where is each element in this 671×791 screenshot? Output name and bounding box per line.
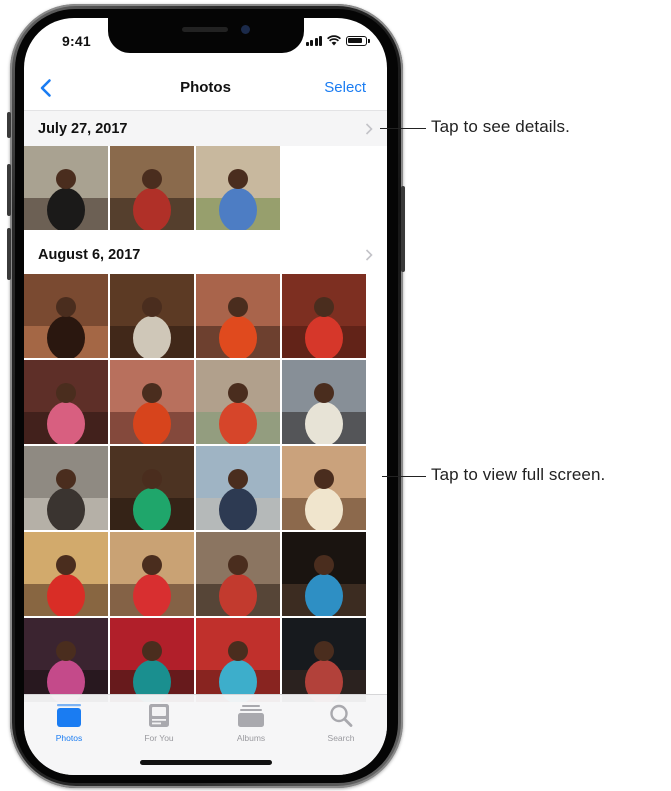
callout-full-screen: Tap to view full screen.	[431, 465, 606, 484]
photo-thumbnail[interactable]	[110, 146, 194, 230]
side-button	[401, 186, 405, 272]
cellular-signal-icon	[305, 36, 322, 46]
photo-thumbnail[interactable]	[282, 446, 366, 530]
search-tab-icon	[330, 704, 353, 727]
notch	[108, 18, 304, 53]
photo-grid-july	[24, 146, 387, 230]
wifi-icon	[327, 35, 341, 46]
photo-thumbnail[interactable]	[196, 274, 280, 358]
photo-thumbnail[interactable]	[24, 274, 108, 358]
photo-thumbnail[interactable]	[282, 618, 366, 702]
photo-thumbnail[interactable]	[24, 146, 108, 230]
tab-albums[interactable]: Albums	[206, 702, 296, 743]
callout-details: Tap to see details.	[431, 117, 570, 136]
section-date: July 27, 2017	[38, 121, 128, 137]
select-button[interactable]: Select	[324, 79, 366, 96]
photo-thumbnail[interactable]	[24, 532, 108, 616]
photo-thumbnail[interactable]	[196, 146, 280, 230]
tab-label: Photos	[55, 733, 83, 743]
photo-thumbnail[interactable]	[196, 532, 280, 616]
home-indicator[interactable]	[140, 760, 272, 765]
volume-down-button	[7, 228, 11, 280]
photo-thumbnail[interactable]	[24, 446, 108, 530]
photo-thumbnail[interactable]	[282, 360, 366, 444]
tab-search[interactable]: Search	[296, 702, 386, 743]
albums-tab-icon	[238, 705, 264, 727]
photo-thumbnail[interactable]	[110, 274, 194, 358]
silent-switch	[7, 112, 11, 138]
photos-tab-icon	[57, 704, 81, 727]
chevron-right-icon[interactable]	[365, 249, 373, 261]
navigation-bar: Photos Select	[24, 70, 387, 108]
photo-thumbnail[interactable]	[24, 360, 108, 444]
chevron-right-icon[interactable]	[365, 123, 373, 135]
tab-label: Albums	[236, 733, 266, 743]
tab-label: Search	[327, 733, 355, 743]
photo-thumbnail[interactable]	[282, 532, 366, 616]
photo-thumbnail[interactable]	[24, 618, 108, 702]
photo-thumbnail[interactable]	[110, 618, 194, 702]
front-camera	[241, 25, 250, 34]
section-header-july[interactable]: July 27, 2017	[24, 110, 387, 146]
tab-for-you[interactable]: For You	[114, 702, 204, 743]
section-date: August 6, 2017	[38, 247, 141, 263]
phone-screen: 9:41 Photos Select July 27, 2017 August …	[24, 18, 387, 775]
photo-thumbnail[interactable]	[110, 360, 194, 444]
status-time: 9:41	[62, 33, 91, 49]
status-icons	[305, 35, 370, 46]
photo-thumbnail[interactable]	[196, 618, 280, 702]
photo-thumbnail[interactable]	[110, 532, 194, 616]
earpiece-speaker	[182, 27, 228, 32]
photo-thumbnail[interactable]	[110, 446, 194, 530]
tab-photos[interactable]: Photos	[24, 702, 114, 743]
section-header-august[interactable]: August 6, 2017	[24, 237, 387, 273]
photo-grid-august	[24, 274, 387, 704]
battery-icon	[346, 36, 370, 46]
callout-line-details	[380, 128, 426, 129]
for-you-tab-icon	[149, 704, 169, 727]
photo-thumbnail[interactable]	[282, 274, 366, 358]
volume-up-button	[7, 164, 11, 216]
photo-thumbnail[interactable]	[196, 446, 280, 530]
photo-thumbnail[interactable]	[196, 360, 280, 444]
callout-line-full-screen	[382, 476, 426, 477]
tab-label: For You	[144, 733, 174, 743]
